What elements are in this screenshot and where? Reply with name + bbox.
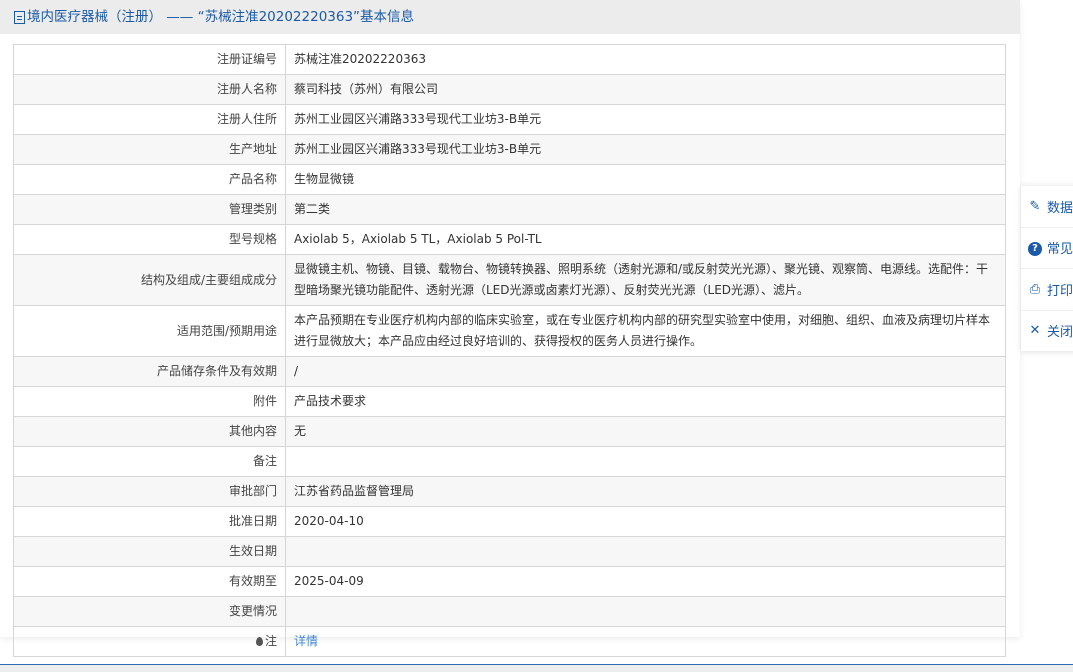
close-button[interactable]: ✕ 关闭 <box>1021 311 1073 352</box>
field-label: 生效日期 <box>13 536 286 567</box>
question-icon: ? <box>1028 240 1042 256</box>
table-row: 注册证编号 苏械注准20202220363 <box>13 44 1006 75</box>
table-row: 产品名称 生物显微镜 <box>13 164 1006 195</box>
field-label: 结构及组成/主要组成成分 <box>13 254 286 306</box>
field-value: 生物显微镜 <box>285 164 1006 195</box>
field-value: 苏州工业园区兴浦路333号现代工业坊3-B单元 <box>285 134 1006 165</box>
field-label: 批准日期 <box>13 506 286 537</box>
field-value: 无 <box>285 416 1006 447</box>
field-value: 详情 <box>285 626 1006 657</box>
note-row: 注详情 <box>13 626 1006 657</box>
field-value: / <box>285 356 1006 387</box>
details-link[interactable]: 详情 <box>294 634 318 648</box>
document-icon <box>14 10 25 24</box>
pin-icon <box>255 637 263 646</box>
field-label: 其他内容 <box>13 416 286 447</box>
field-value: Axiolab 5，Axiolab 5 TL，Axiolab 5 Pol-TL <box>285 224 1006 255</box>
field-label: 附件 <box>13 386 286 417</box>
field-value <box>285 446 1006 477</box>
table-row: 产品储存条件及有效期 / <box>13 356 1006 387</box>
field-value: 2025-04-09 <box>285 566 1006 597</box>
detail-panel: 境内医疗器械（注册） —— “苏械注准20202220363”基本信息 注册证编… <box>0 0 1020 657</box>
field-label: 型号规格 <box>13 224 286 255</box>
field-label: 有效期至 <box>13 566 286 597</box>
table-row: 适用范围/预期用途 本产品预期在专业医疗机构内部的临床实验室，或在专业医疗机构内部… <box>13 305 1006 357</box>
data-button[interactable]: ✎ 数据 <box>1021 186 1073 228</box>
side-toolbar: ✎ 数据 ? 常见 ⎙ 打印 ✕ 关闭 <box>1021 186 1073 352</box>
field-label: 生产地址 <box>13 134 286 165</box>
table-row: 备注 <box>13 446 1006 477</box>
field-label: 注 <box>13 626 286 657</box>
field-label: 审批部门 <box>13 476 286 507</box>
edit-icon: ✎ <box>1029 198 1041 214</box>
field-value: 苏州工业园区兴浦路333号现代工业坊3-B单元 <box>285 104 1006 135</box>
field-label: 备注 <box>13 446 286 477</box>
table-row: 结构及组成/主要组成成分 显微镜主机、物镜、目镜、载物台、物镜转换器、照明系统（透… <box>13 254 1006 306</box>
table-row: 注册人名称 蔡司科技（苏州）有限公司 <box>13 74 1006 105</box>
field-label: 产品储存条件及有效期 <box>13 356 286 387</box>
close-icon: ✕ <box>1029 323 1041 339</box>
table-row: 审批部门 江苏省药品监督管理局 <box>13 476 1006 507</box>
field-label: 产品名称 <box>13 164 286 195</box>
table-row: 有效期至 2025-04-09 <box>13 566 1006 597</box>
field-value: 江苏省药品监督管理局 <box>285 476 1006 507</box>
field-label: 注册证编号 <box>13 44 286 75</box>
field-value: 本产品预期在专业医疗机构内部的临床实验室，或在专业医疗机构内部的研究型实验室中使… <box>285 305 1006 357</box>
table-row: 批准日期 2020-04-10 <box>13 506 1006 537</box>
field-value <box>285 536 1006 567</box>
table-row: 生产地址 苏州工业园区兴浦路333号现代工业坊3-B单元 <box>13 134 1006 165</box>
print-icon: ⎙ <box>1029 281 1041 297</box>
field-label: 管理类别 <box>13 194 286 225</box>
table-row: 管理类别 第二类 <box>13 194 1006 225</box>
field-value <box>285 596 1006 627</box>
field-value: 2020-04-10 <box>285 506 1006 537</box>
field-value: 显微镜主机、物镜、目镜、载物台、物镜转换器、照明系统（透射光源和/或反射荧光光源… <box>285 254 1006 306</box>
field-label: 注册人住所 <box>13 104 286 135</box>
table-row: 生效日期 <box>13 536 1006 567</box>
field-label: 变更情况 <box>13 596 286 627</box>
field-label: 适用范围/预期用途 <box>13 305 286 357</box>
field-value: 第二类 <box>285 194 1006 225</box>
info-table: 注册证编号 苏械注准20202220363 注册人名称 蔡司科技（苏州）有限公司 注册人… <box>13 44 1006 657</box>
print-button[interactable]: ⎙ 打印 <box>1021 269 1073 311</box>
table-row: 附件 产品技术要求 <box>13 386 1006 417</box>
faq-button[interactable]: ? 常见 <box>1021 228 1073 269</box>
field-value: 蔡司科技（苏州）有限公司 <box>285 74 1006 105</box>
field-value: 产品技术要求 <box>285 386 1006 417</box>
table-row: 型号规格 Axiolab 5，Axiolab 5 TL，Axiolab 5 Pol… <box>13 224 1006 255</box>
table-row: 变更情况 <box>13 596 1006 627</box>
field-label: 注册人名称 <box>13 74 286 105</box>
page-header: 境内医疗器械（注册） —— “苏械注准20202220363”基本信息 <box>0 0 1020 34</box>
page-title: 境内医疗器械（注册） —— “苏械注准20202220363”基本信息 <box>27 9 415 25</box>
table-row: 其他内容无 <box>13 416 1006 447</box>
field-value: 苏械注准20202220363 <box>285 44 1006 75</box>
footer-bar <box>0 664 1073 672</box>
table-row: 注册人住所 苏州工业园区兴浦路333号现代工业坊3-B单元 <box>13 104 1006 135</box>
